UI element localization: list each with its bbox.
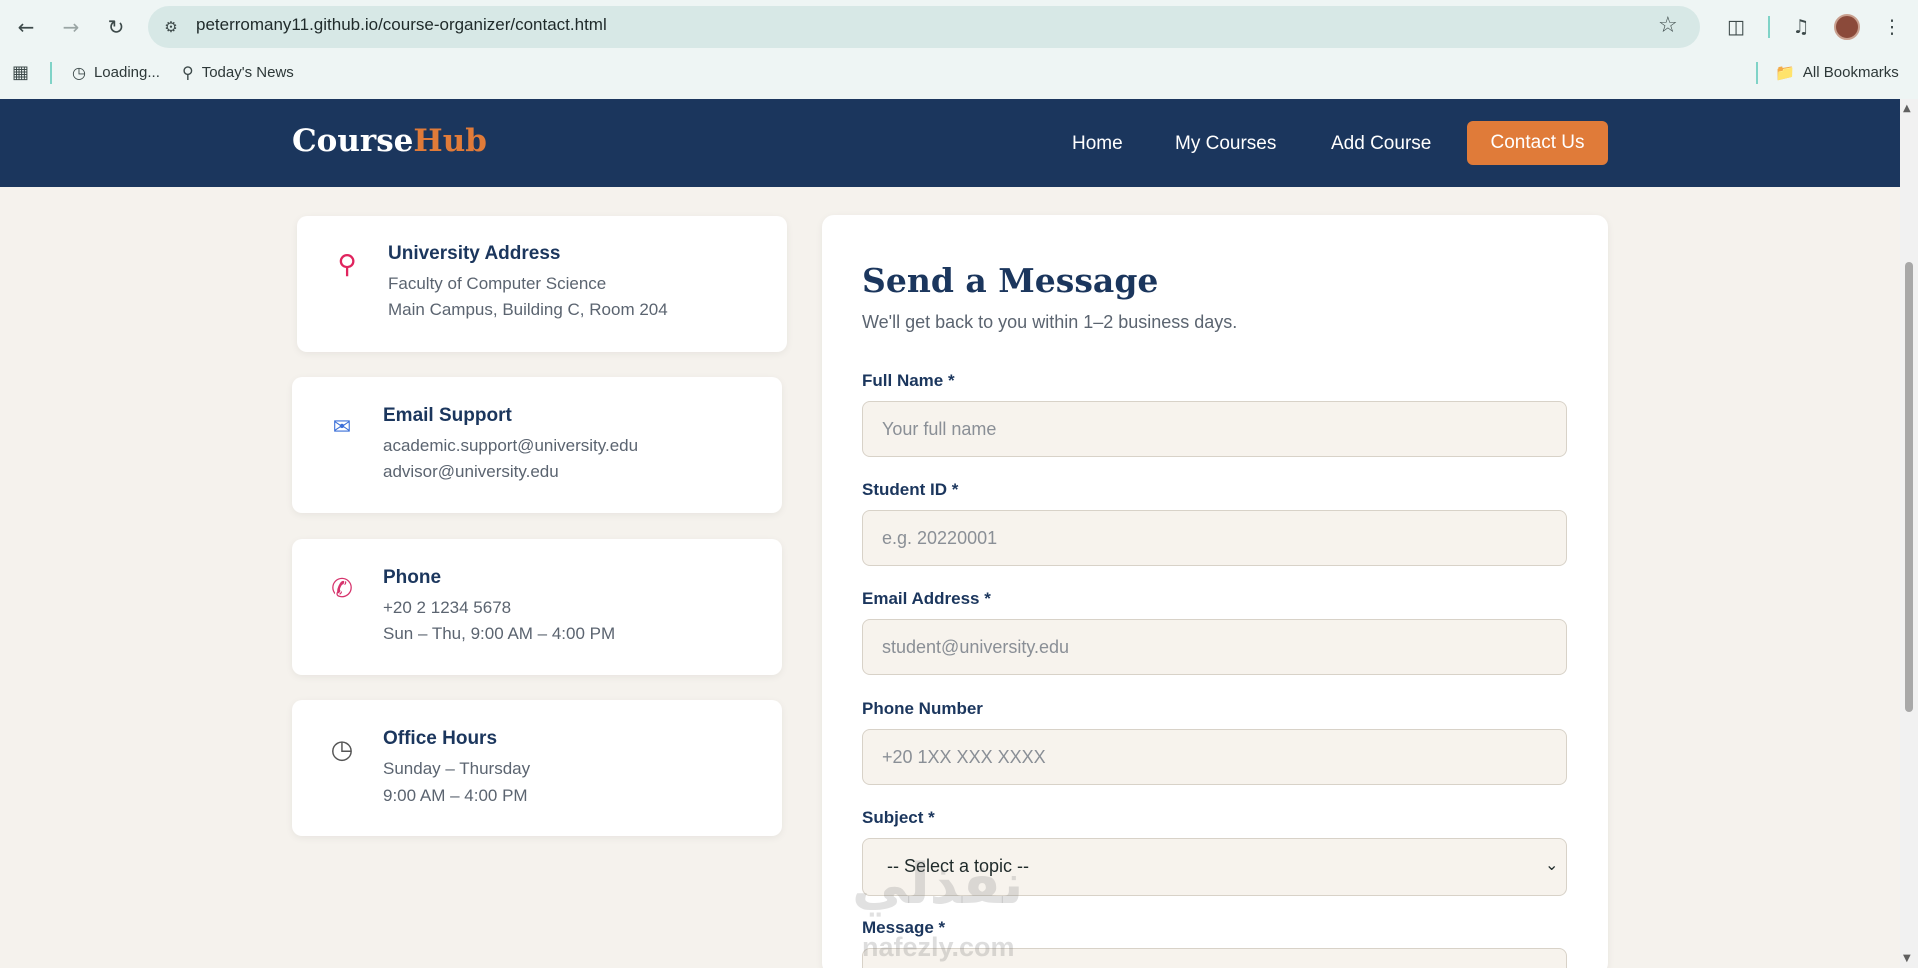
profile-avatar[interactable] bbox=[1834, 14, 1860, 40]
all-bookmarks[interactable]: 📁 All Bookmarks bbox=[1775, 63, 1899, 82]
info-title: Phone bbox=[383, 567, 442, 588]
nav-add-course[interactable]: Add Course bbox=[1331, 133, 1431, 155]
chevron-down-icon: ⌄ bbox=[1545, 855, 1559, 874]
info-line: academic.support@university.edu bbox=[383, 436, 639, 455]
info-card-hours bbox=[292, 700, 782, 836]
info-line: Sunday – Thursday bbox=[383, 759, 531, 778]
email-label: Email Address * bbox=[862, 589, 991, 608]
watermark-logo: نفذلي bbox=[852, 852, 1024, 917]
reload-icon[interactable]: ↻ bbox=[102, 13, 130, 41]
info-line: Main Campus, Building C, Room 204 bbox=[388, 300, 668, 319]
nav-contact-us[interactable]: Contact Us bbox=[1467, 121, 1608, 165]
folder-icon: 📁 bbox=[1775, 63, 1795, 82]
full-name-input[interactable] bbox=[862, 401, 1567, 457]
info-line: advisor@university.edu bbox=[383, 462, 559, 481]
scroll-thumb[interactable] bbox=[1905, 262, 1913, 712]
info-title: University Address bbox=[388, 243, 561, 264]
scroll-down-icon[interactable]: ▼ bbox=[1903, 953, 1911, 964]
nav-my-courses[interactable]: My Courses bbox=[1175, 133, 1276, 155]
subject-label: Subject * bbox=[862, 808, 935, 827]
student-id-label: Student ID * bbox=[862, 480, 959, 499]
bookmark-label: Loading... bbox=[93, 64, 160, 81]
clock-icon: ◷ bbox=[330, 735, 354, 765]
email-icon: ✉ bbox=[332, 414, 352, 440]
phone-input[interactable] bbox=[862, 729, 1567, 785]
bookmark-star-icon[interactable]: ☆ bbox=[1658, 13, 1678, 38]
bookmark-divider bbox=[50, 62, 52, 84]
student-id-input[interactable] bbox=[862, 510, 1567, 566]
site-navbar bbox=[0, 99, 1900, 187]
media-icon[interactable]: ♫ bbox=[1787, 13, 1815, 41]
full-name-label: Full Name * bbox=[862, 371, 955, 390]
phone-icon: ✆ bbox=[331, 574, 353, 604]
form-subtitle: We'll get back to you within 1–2 busines… bbox=[862, 312, 1238, 332]
toolbar-divider bbox=[1768, 16, 1770, 38]
bookmark-loading[interactable]: ◷ Loading... bbox=[72, 63, 160, 82]
apps-grid-icon[interactable]: ▦ bbox=[12, 62, 29, 83]
form-title: Send a Message bbox=[862, 261, 1159, 300]
email-input[interactable] bbox=[862, 619, 1567, 675]
menu-icon[interactable]: ⋮ bbox=[1878, 13, 1906, 41]
scroll-up-icon[interactable]: ▲ bbox=[1903, 103, 1911, 114]
info-title: Office Hours bbox=[383, 728, 498, 749]
extensions-icon[interactable]: ◫ bbox=[1722, 13, 1750, 41]
info-line: Sun – Thu, 9:00 AM – 4:00 PM bbox=[383, 624, 616, 643]
logo-accent: Hub bbox=[413, 123, 487, 159]
forward-icon[interactable]: → bbox=[57, 13, 85, 41]
bookmark-divider bbox=[1756, 62, 1758, 84]
site-settings-icon[interactable]: ⚙ bbox=[160, 16, 182, 38]
back-icon[interactable]: ← bbox=[12, 13, 40, 41]
history-icon: ◷ bbox=[72, 63, 86, 82]
nav-home[interactable]: Home bbox=[1072, 133, 1123, 155]
url-text[interactable]: peterromany11.github.io/course-organizer… bbox=[196, 15, 607, 35]
all-bookmarks-label: All Bookmarks bbox=[1802, 64, 1899, 81]
info-card-phone bbox=[292, 539, 782, 675]
bookmark-label: Today's News bbox=[201, 64, 294, 81]
search-icon: ⚲ bbox=[182, 63, 194, 82]
logo-primary: Course bbox=[292, 123, 414, 159]
info-line: 9:00 AM – 4:00 PM bbox=[383, 786, 528, 805]
info-line: +20 2 1234 5678 bbox=[383, 598, 512, 617]
pin-icon: ⚲ bbox=[337, 250, 357, 280]
site-logo[interactable]: CourseHub bbox=[292, 123, 487, 159]
phone-label: Phone Number bbox=[862, 699, 983, 718]
watermark-text: nafezly.com bbox=[862, 932, 1015, 962]
bookmark-todays-news[interactable]: ⚲ Today's News bbox=[182, 63, 294, 82]
info-line: Faculty of Computer Science bbox=[388, 274, 607, 293]
info-title: Email Support bbox=[383, 405, 512, 426]
